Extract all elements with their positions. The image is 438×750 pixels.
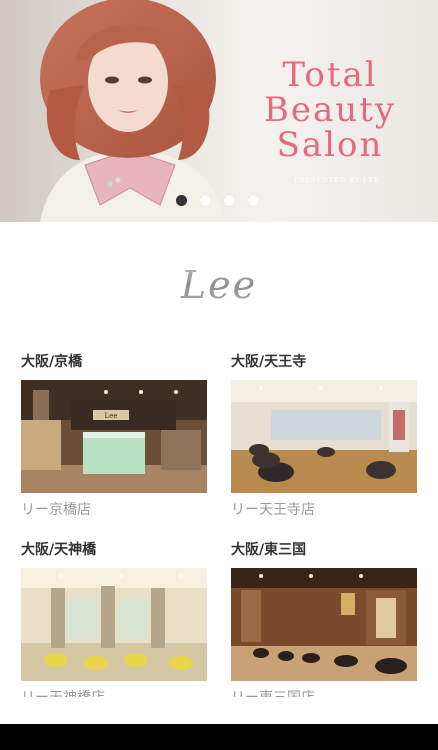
salon-region: 大阪/京橋 (21, 354, 83, 370)
content-area: Total Beauty Salon PRESENTED BY LEE Lee (0, 0, 438, 697)
hero-title-line-2: Beauty (263, 90, 397, 130)
carousel-indicator (176, 195, 259, 207)
salon-photo-higashimikuni[interactable] (231, 568, 417, 681)
bottom-bar (0, 724, 438, 750)
salon-card-higashimikuni[interactable]: 大阪/東三国 リー東三国店 (231, 540, 417, 697)
salon-card-tennoji[interactable]: 大阪/天王寺 リー天王寺店 (231, 352, 417, 518)
carousel-dot-2[interactable] (200, 195, 211, 206)
carousel-dot-3[interactable] (224, 195, 235, 206)
hero-model-photo (0, 0, 260, 222)
salon-photo-tenjinbashi[interactable] (21, 568, 207, 681)
salon-region: 大阪/天王寺 (231, 354, 307, 370)
salon-card-tenjinbashi[interactable]: 大阪/天神橋 リー天神橋店 (21, 540, 207, 697)
carousel-dot-1[interactable] (176, 195, 187, 206)
lee-logo: Lee (180, 263, 257, 306)
salon-store-name[interactable]: リー京橋店 (21, 500, 91, 520)
hero-subtitle: PRESENTED BY LEE (293, 176, 381, 184)
carousel-dot-4[interactable] (248, 195, 259, 206)
hero-title-line-1: Total (282, 55, 378, 95)
brand-logo: Lee (0, 262, 438, 306)
salon-photo-tennoji[interactable] (231, 380, 417, 493)
salon-card-kyobashi[interactable]: 大阪/京橋 Lee リー京橋店 (21, 352, 207, 518)
salon-region: 大阪/天神橋 (21, 542, 97, 558)
hero-title-line-3: Salon (276, 125, 384, 165)
salon-store-name[interactable]: リー東三国店 (231, 688, 315, 697)
svg-text:Lee: Lee (105, 412, 118, 420)
salon-store-name[interactable]: リー天神橋店 (21, 688, 105, 697)
logo-text: Lee (180, 263, 257, 306)
salon-region: 大阪/東三国 (231, 542, 307, 558)
salon-store-name[interactable]: リー天王寺店 (231, 500, 315, 520)
hero-title: Total Beauty Salon (250, 58, 410, 163)
hero-carousel[interactable]: Total Beauty Salon PRESENTED BY LEE (0, 0, 438, 222)
salon-photo-kyobashi[interactable]: Lee (21, 380, 207, 493)
